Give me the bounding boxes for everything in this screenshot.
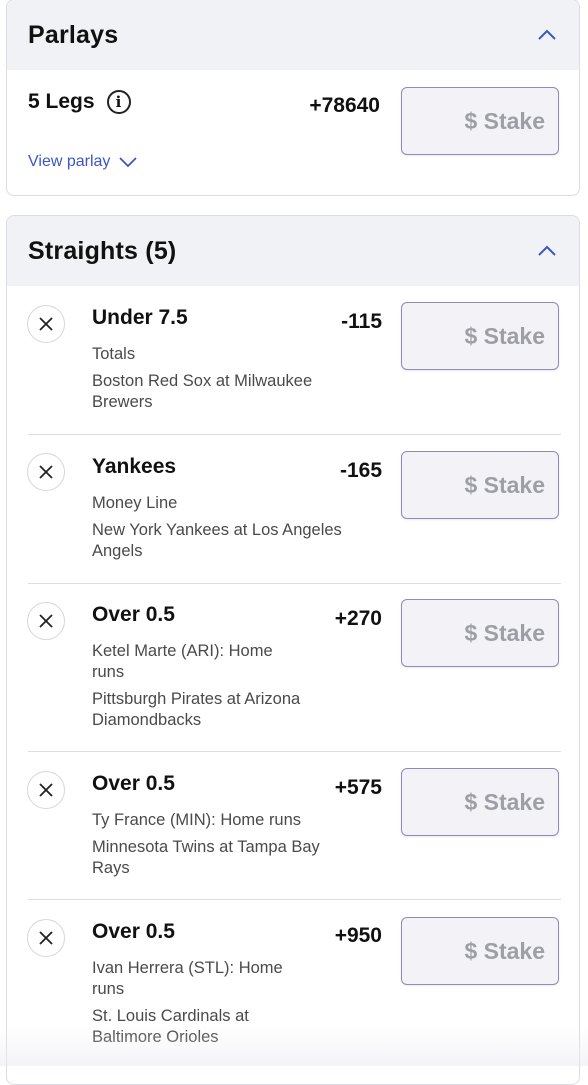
bet-odds: +950 bbox=[334, 924, 382, 947]
bet-odds: +575 bbox=[334, 776, 382, 799]
bet-row: Over 0.5 +950 Ivan Herrera (STL): Home r… bbox=[7, 899, 579, 1069]
parlay-body: 5 Legs i +78640 View parlay bbox=[7, 70, 579, 195]
stake-input[interactable] bbox=[401, 302, 559, 370]
straights-title: Straights (5) bbox=[28, 236, 177, 265]
event-name: Minnesota Twins at Tampa Bay Rays bbox=[92, 838, 320, 877]
legs-label: 5 Legs bbox=[28, 90, 95, 113]
chevron-up-icon[interactable] bbox=[535, 23, 559, 47]
parlay-odds: +78640 bbox=[309, 94, 380, 117]
selection-name: Under 7.5 bbox=[92, 306, 188, 329]
bet-row: Yankees -165 Money Line New York Yankees… bbox=[7, 434, 579, 583]
event-name: Boston Red Sox at Milwaukee Brewers bbox=[92, 372, 313, 411]
chevron-down-icon bbox=[119, 157, 138, 168]
parlays-header[interactable]: Parlays bbox=[7, 0, 579, 70]
market-name: Totals bbox=[92, 345, 136, 363]
parlays-card: Parlays 5 Legs i +78640 View parlay bbox=[6, 0, 580, 196]
stake-input[interactable] bbox=[401, 768, 559, 836]
chevron-up-icon[interactable] bbox=[535, 239, 559, 263]
close-icon bbox=[39, 783, 53, 797]
remove-bet-button[interactable] bbox=[27, 602, 65, 640]
info-icon[interactable]: i bbox=[106, 90, 131, 114]
close-icon bbox=[39, 614, 53, 628]
selection-name: Yankees bbox=[92, 455, 177, 478]
market-name: Ketel Marte (ARI): Home runs bbox=[92, 642, 273, 681]
bet-odds: +270 bbox=[334, 607, 382, 630]
event-name: St. Louis Cardinals at Baltimore Orioles bbox=[92, 1007, 249, 1046]
parlay-stake-input[interactable] bbox=[401, 87, 559, 155]
event-name: New York Yankees at Los Angeles Angels bbox=[92, 521, 342, 560]
straights-header[interactable]: Straights (5) bbox=[7, 216, 579, 286]
selection-name: Over 0.5 bbox=[92, 920, 175, 943]
stake-input[interactable] bbox=[401, 917, 559, 985]
remove-bet-button[interactable] bbox=[27, 771, 65, 809]
bet-odds: -115 bbox=[341, 310, 382, 333]
selection-name: Over 0.5 bbox=[92, 603, 175, 626]
remove-bet-button[interactable] bbox=[27, 453, 65, 491]
bet-row: Over 0.5 +575 Ty France (MIN): Home runs… bbox=[7, 751, 579, 899]
stake-input[interactable] bbox=[401, 599, 559, 667]
close-icon bbox=[39, 931, 53, 945]
remove-bet-button[interactable] bbox=[27, 919, 65, 957]
close-icon bbox=[39, 465, 53, 479]
selection-name: Over 0.5 bbox=[92, 772, 175, 795]
stake-input[interactable] bbox=[401, 451, 559, 519]
bet-row: Under 7.5 -115 Totals Boston Red Sox at … bbox=[7, 286, 579, 434]
parlay-legs: 5 Legs i bbox=[28, 90, 131, 114]
view-parlay-label: View parlay bbox=[28, 153, 111, 170]
bet-odds: -165 bbox=[339, 459, 382, 482]
market-name: Ty France (MIN): Home runs bbox=[92, 811, 302, 829]
event-name: Pittsburgh Pirates at Arizona Diamondbac… bbox=[92, 690, 301, 729]
bet-row: Over 0.5 +270 Ketel Marte (ARI): Home ru… bbox=[7, 583, 579, 751]
view-parlay-link[interactable]: View parlay bbox=[28, 153, 138, 171]
market-name: Money Line bbox=[92, 494, 178, 512]
straights-card: Straights (5) Under 7.5 -115 Totals Bost… bbox=[6, 215, 580, 1085]
parlays-title: Parlays bbox=[28, 20, 119, 49]
close-icon bbox=[39, 317, 53, 331]
market-name: Ivan Herrera (STL): Home runs bbox=[92, 959, 283, 998]
remove-bet-button[interactable] bbox=[27, 305, 65, 343]
